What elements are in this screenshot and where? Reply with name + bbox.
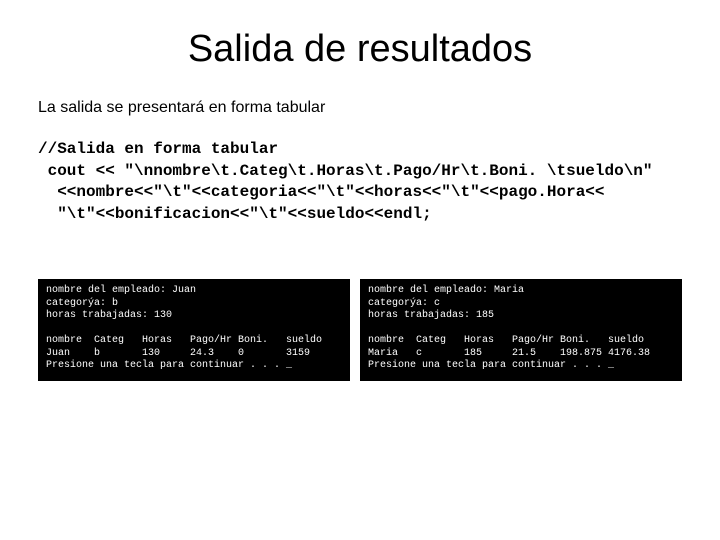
console-line: nombre del empleado: Juan (46, 285, 196, 296)
console-line: categorýa: b (46, 298, 118, 309)
console-output-right: nombre del empleado: Maria categorýa: c … (360, 279, 682, 381)
console-line: horas trabajadas: 130 (46, 310, 172, 321)
console-line: Maria c 185 21.5 198.875 4176.38 (368, 348, 650, 359)
console-line: categorýa: c (368, 298, 440, 309)
code-line: <<nombre<<"\t"<<categoria<<"\t"<<horas<<… (38, 183, 605, 201)
code-line: //Salida en forma tabular (38, 140, 278, 158)
code-block: //Salida en forma tabular cout << "\nnom… (38, 139, 682, 225)
console-line: Presione una tecla para continuar . . . … (368, 360, 614, 371)
console-line: nombre del empleado: Maria (368, 285, 524, 296)
console-output-left: nombre del empleado: Juan categorýa: b h… (38, 279, 350, 381)
code-line: cout << "\nnombre\t.Categ\t.Horas\t.Pago… (38, 162, 653, 180)
console-line: Presione una tecla para continuar . . . … (46, 360, 292, 371)
slide: Salida de resultados La salida se presen… (0, 0, 720, 540)
page-title: Salida de resultados (38, 28, 682, 71)
code-line: "\t"<<bonificacion<<"\t"<<sueldo<<endl; (38, 205, 432, 223)
subtitle-text: La salida se presentará en forma tabular (38, 99, 682, 117)
console-row: nombre del empleado: Juan categorýa: b h… (38, 279, 682, 381)
console-line: nombre Categ Horas Pago/Hr Boni. sueldo (368, 335, 644, 346)
console-line: horas trabajadas: 185 (368, 310, 494, 321)
console-line: Juan b 130 24.3 0 3159 (46, 348, 310, 359)
console-line: nombre Categ Horas Pago/Hr Boni. sueldo (46, 335, 322, 346)
